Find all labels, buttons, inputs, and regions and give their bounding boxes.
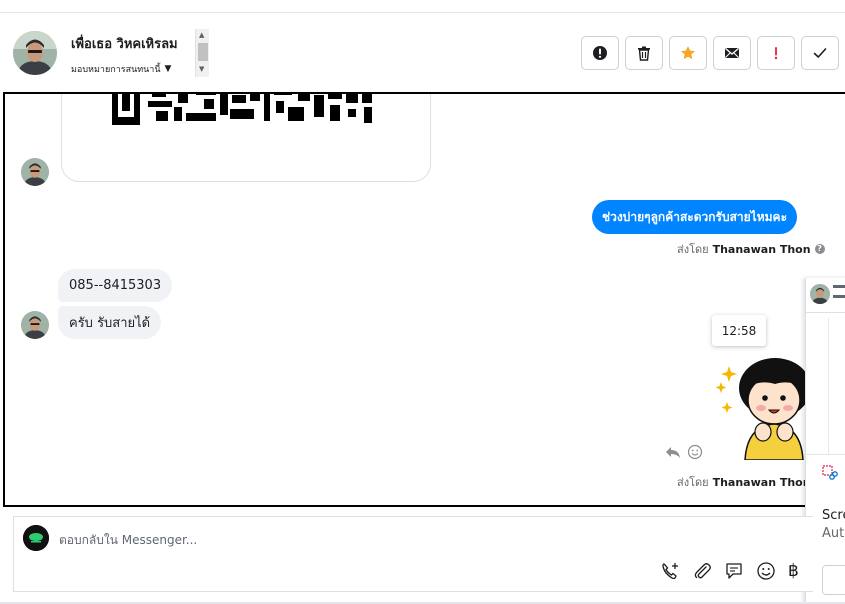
trash-icon [638, 46, 650, 61]
divider [806, 312, 845, 313]
add-call-icon[interactable] [660, 561, 680, 581]
mark-unread-button[interactable] [713, 36, 751, 70]
sender-avatar[interactable] [21, 158, 49, 186]
sent-by-prefix: ส่งโดย [677, 476, 709, 489]
header-actions [581, 36, 839, 70]
qr-code-image [112, 94, 372, 125]
conversation-header: เพื่อเธอ วิหคเหิรลม มอบหมายการสนทนานี้ ▼… [0, 12, 845, 92]
check-icon [813, 48, 827, 58]
qr-code-image-message[interactable] [61, 94, 431, 182]
star-icon [681, 46, 695, 60]
follow-up-button[interactable] [757, 36, 795, 70]
reply-composer: ตอบกลับใน Messenger... ฿ [13, 516, 813, 592]
snipping-tool-icon [822, 465, 838, 480]
popup-action-button[interactable] [822, 565, 845, 595]
exclamation-circle-icon [593, 46, 607, 60]
baht-icon[interactable]: ฿ [788, 561, 802, 581]
sticker-image[interactable] [711, 356, 811, 460]
outgoing-message-bubble[interactable]: ช่วงบ่ายๆลูกค้าสะดวกรับสายไหมคะ [592, 200, 798, 234]
side-panel-avatar[interactable] [810, 284, 830, 304]
assign-conversation-dropdown[interactable]: มอบหมายการสนทนานี้ ▼ [71, 62, 171, 76]
sent-by-name[interactable]: Thanawan Thon [713, 476, 811, 489]
exclamation-icon [774, 47, 778, 60]
contact-name[interactable]: เพื่อเธอ วิหคเหิรลม [71, 33, 178, 54]
message-actions [665, 444, 703, 460]
mark-done-button[interactable] [801, 36, 839, 70]
sent-by-label: ส่งโดย Thanawan Thon [677, 473, 811, 491]
page-logo-avatar [23, 525, 49, 551]
message-thread[interactable]: ช่วงบ่ายๆลูกค้าสะดวกรับสายไหมคะ ส่งโดย T… [3, 92, 845, 507]
popup-title: Scre [822, 508, 845, 523]
popup-subtitle: Auto [822, 526, 845, 541]
scroll-down-arrow-icon[interactable]: ▼ [199, 65, 204, 73]
paperclip-icon[interactable] [692, 561, 712, 581]
reply-input[interactable]: ตอบกลับใน Messenger... [59, 531, 197, 550]
sent-by-label: ส่งโดย Thanawan Thon ? [677, 240, 825, 258]
timestamp-tooltip: 12:58 [712, 315, 766, 346]
incoming-message-bubble[interactable]: 085--8415303 [58, 269, 173, 302]
name-scrollbar[interactable]: ▲ ▼ [195, 29, 209, 77]
caret-down-icon: ▼ [164, 64, 172, 74]
emoji-icon[interactable] [756, 561, 776, 581]
help-icon[interactable]: ? [814, 244, 825, 254]
scroll-thumb[interactable] [198, 43, 208, 61]
delete-button[interactable] [625, 36, 663, 70]
sent-by-prefix: ส่งโดย [677, 243, 709, 256]
side-panel-text-line [833, 285, 845, 288]
sent-by-name[interactable]: Thanawan Thon [713, 243, 811, 256]
side-panel-text-line [833, 295, 845, 298]
inbox-conversation-view: เพื่อเธอ วิหคเหิรลม มอบหมายการสนทนานี้ ▼… [0, 0, 845, 604]
star-button[interactable] [669, 36, 707, 70]
reply-icon[interactable] [665, 444, 681, 460]
spam-button[interactable] [581, 36, 619, 70]
envelope-icon [725, 48, 739, 58]
divider [828, 318, 829, 458]
saved-reply-icon[interactable] [724, 561, 744, 581]
assign-label: มอบหมายการสนทนานี้ [71, 65, 161, 75]
sender-avatar[interactable] [21, 311, 49, 339]
composer-tools: ฿ [660, 561, 802, 581]
incoming-message-bubble[interactable]: ครับ รับสายได้ [58, 306, 162, 339]
react-emoji-icon[interactable] [687, 444, 703, 460]
scroll-up-arrow-icon[interactable]: ▲ [199, 31, 204, 39]
contact-avatar[interactable] [13, 31, 57, 75]
